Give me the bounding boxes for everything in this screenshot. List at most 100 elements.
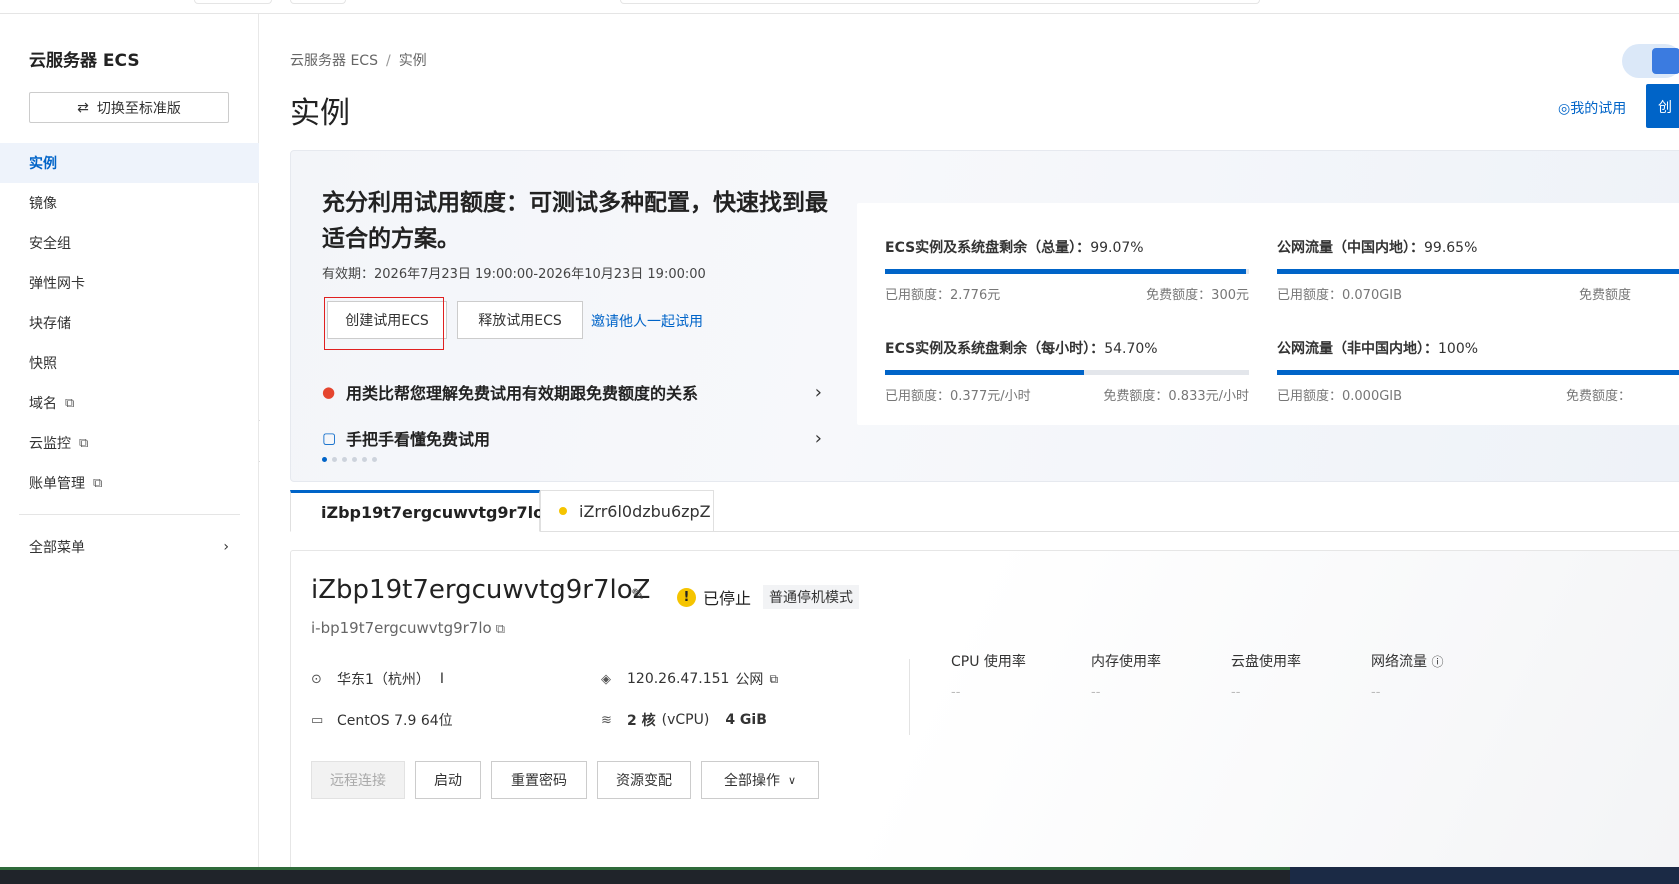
metric-label: 云盘使用率 — [1231, 654, 1301, 670]
fire-icon: ● — [322, 383, 336, 401]
change-spec-button[interactable]: 资源变配 — [597, 761, 691, 799]
quota-item: 公网流量（中国内地）：99.65% 已用额度：0.070GIB 免费额度 — [1277, 237, 1679, 303]
copy-icon[interactable]: ⧉ — [769, 672, 778, 687]
quota-percent: 100% — [1438, 341, 1479, 357]
switch-edition-button[interactable]: ⇄ 切换至标准版 — [29, 92, 229, 123]
zone-text: I — [439, 671, 445, 687]
quota-panel: ECS实例及系统盘剩余（总量）：99.07% 已用额度：2.776元 免费额度：3… — [857, 203, 1679, 425]
metric-label: CPU 使用率 — [951, 654, 1026, 670]
tab-instance-2[interactable]: iZrr6l0dzbu6zpZ — [540, 490, 714, 532]
memory-text: 4 GiB — [725, 712, 767, 728]
browser-window: 云服务器 ECS ⇄ 切换至标准版 实例 镜像 安全组 弹性网卡 块存储 快照 … — [0, 0, 1679, 867]
carousel-dot[interactable] — [362, 457, 367, 462]
status-dot — [559, 507, 567, 515]
os-text: CentOS 7.9 64位 — [337, 713, 453, 729]
sidebar-item-label: 实例 — [29, 156, 57, 172]
my-trial-link[interactable]: ◎我的试用 — [1558, 98, 1626, 118]
location-icon: ⊙ — [311, 671, 322, 687]
cpu-text: 2 核 — [627, 713, 656, 729]
divider — [909, 659, 910, 735]
carousel-dot[interactable] — [352, 457, 357, 462]
instance-id-text: i-bp19t7ergcuwvtg9r7lo — [311, 619, 492, 637]
tip-item[interactable]: ● 用类比帮您理解免费试用有效期跟免费额度的关系 › — [322, 379, 822, 405]
metric-memory: 内存使用率 -- — [1091, 651, 1161, 700]
instance-card: iZbp19t7ergcuwvtg9r7loZ ✎ ! 已停止 普通停机模式 i… — [290, 550, 1679, 867]
image-icon: ▭ — [311, 712, 324, 728]
tab-instance-1[interactable]: iZbp19t7ergcuwvtg9r7loZ — [290, 490, 556, 532]
sliders-icon: ≋ — [601, 712, 612, 728]
quota-item: ECS实例及系统盘剩余（总量）：99.07% 已用额度：2.776元 免费额度：3… — [885, 237, 1249, 303]
invite-link[interactable]: 邀请他人一起试用 — [591, 311, 703, 331]
sidebar-item-label: 快照 — [29, 356, 57, 372]
sidebar-item-label: 镜像 — [29, 196, 57, 212]
quota-free: 免费额度：300元 — [1146, 288, 1249, 303]
sidebar-title: 云服务器 ECS — [29, 51, 140, 71]
sidebar-item-eni[interactable]: 弹性网卡 — [0, 263, 259, 303]
warning-icon: ! — [677, 587, 696, 607]
metric-cpu: CPU 使用率 -- — [951, 651, 1026, 700]
os-taskbar — [0, 867, 1679, 884]
create-instance-button[interactable]: 创 — [1646, 84, 1679, 128]
chat-icon — [1652, 48, 1679, 74]
breadcrumb-item[interactable]: 云服务器 ECS — [290, 53, 378, 69]
sidebar-divider — [19, 514, 240, 515]
metric-value: -- — [1091, 685, 1101, 700]
quota-bar-fill — [1277, 269, 1679, 274]
external-link-icon: ⧉ — [79, 435, 89, 451]
stop-mode-badge: 普通停机模式 — [763, 585, 860, 609]
quota-bar — [885, 370, 1249, 375]
create-trial-ecs-button[interactable]: 创建试用ECS — [327, 301, 447, 339]
eye-icon: ◎ — [1558, 101, 1571, 117]
sidebar-item-domain[interactable]: 域名 ⧉ — [0, 383, 259, 423]
carousel-dot[interactable] — [342, 457, 347, 462]
instance-id: i-bp19t7ergcuwvtg9r7lo ⧉ — [311, 619, 505, 637]
reset-password-button[interactable]: 重置密码 — [491, 761, 587, 799]
quota-title: ECS实例及系统盘剩余（每小时）： — [885, 341, 1105, 357]
release-trial-ecs-button[interactable]: 释放试用ECS — [457, 301, 583, 339]
breadcrumb: 云服务器 ECS / 实例 — [290, 50, 427, 70]
sidebar-item-instances[interactable]: 实例 — [0, 143, 259, 183]
copy-icon[interactable]: ⧉ — [496, 622, 505, 637]
quota-used: 已用额度：2.776元 — [885, 288, 1001, 303]
chevron-right-icon: › — [814, 427, 822, 449]
document-icon: ▢ — [322, 429, 337, 447]
region-info: ⊙ 华东1（杭州） I — [311, 669, 444, 689]
carousel-dot[interactable] — [372, 457, 377, 462]
sidebar-item-images[interactable]: 镜像 — [0, 183, 259, 223]
tip-item[interactable]: ▢ 手把手看懂免费试用 › — [322, 425, 822, 451]
all-operations-dropdown[interactable]: 全部操作 ∨ — [701, 761, 819, 799]
sidebar-item-security-groups[interactable]: 安全组 — [0, 223, 259, 263]
quota-item: ECS实例及系统盘剩余（每小时）：54.70% 已用额度：0.377元/小时 免费… — [885, 338, 1249, 404]
carousel-dot[interactable] — [322, 457, 327, 462]
edit-icon[interactable]: ✎ — [631, 585, 644, 604]
browser-topbar — [0, 0, 1679, 14]
quota-used: 已用额度：0.000GIB — [1277, 389, 1403, 404]
sidebar-item-cloud-monitor[interactable]: 云监控 ⧉ — [0, 423, 259, 463]
quota-title: 公网流量（非中国内地）： — [1277, 341, 1438, 357]
sidebar-item-billing[interactable]: 账单管理 ⧉ — [0, 463, 259, 503]
remote-connect-button[interactable]: 远程连接 — [311, 761, 405, 799]
quota-bar-fill — [1277, 370, 1679, 375]
quota-bar-fill — [885, 370, 1085, 375]
sidebar-item-snapshots[interactable]: 快照 — [0, 343, 259, 383]
sidebar-item-label: 块存储 — [29, 316, 71, 332]
chevron-right-icon: › — [814, 381, 822, 403]
all-menu-item[interactable]: 全部菜单 › — [29, 534, 229, 560]
metric-network: 网络流量 ⓘ -- — [1371, 651, 1443, 700]
quota-title: ECS实例及系统盘剩余（总量）： — [885, 240, 1091, 256]
ip-text: 120.26.47.151 — [627, 671, 730, 687]
switch-edition-label: 切换至标准版 — [96, 100, 181, 117]
start-button[interactable]: 启动 — [415, 761, 481, 799]
sidebar-item-block-storage[interactable]: 块存储 — [0, 303, 259, 343]
my-trial-label: 我的试用 — [1570, 101, 1627, 117]
sidebar-nav: 实例 镜像 安全组 弹性网卡 块存储 快照 域名 ⧉ 云监控 ⧉ 账单管理 ⧉ — [0, 143, 259, 503]
carousel-dot[interactable] — [332, 457, 337, 462]
metric-value: -- — [1231, 685, 1241, 700]
metric-value: -- — [1371, 685, 1381, 700]
assistant-float-button[interactable] — [1622, 44, 1679, 78]
help-icon[interactable]: ⓘ — [1431, 655, 1443, 669]
ip-info: ◈ 120.26.47.151 公网 ⧉ — [601, 669, 778, 689]
breadcrumb-separator: / — [385, 53, 391, 69]
trial-heading: 充分利用试用额度：可测试多种配置，快速找到最适合的方案。 — [322, 190, 828, 252]
metric-label: 网络流量 — [1371, 654, 1427, 670]
